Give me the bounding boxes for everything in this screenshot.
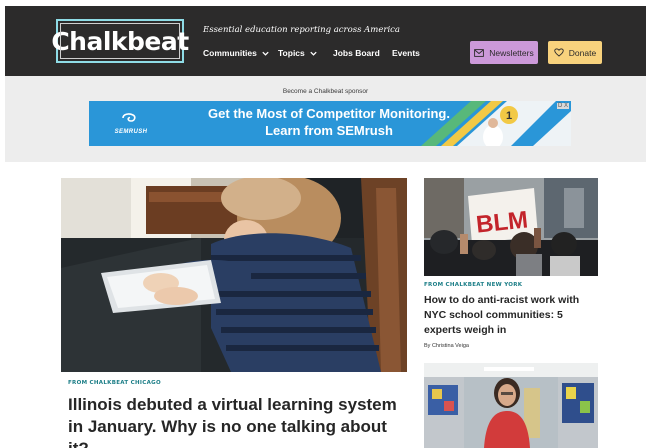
- svg-text:1: 1: [506, 110, 512, 122]
- side-story-image[interactable]: BLM: [424, 178, 598, 276]
- school-hallway-photo: [424, 363, 598, 448]
- envelope-icon: [474, 48, 485, 57]
- chevron-down-icon: [262, 51, 269, 56]
- site-tagline: Essential education reporting across Ame…: [203, 25, 400, 35]
- protest-photo: BLM: [424, 178, 598, 276]
- side-story-byline[interactable]: By Christina Veiga: [424, 343, 469, 349]
- heart-icon: [554, 48, 564, 57]
- semrush-logo: SEMRUSH: [111, 111, 151, 135]
- newsletters-button[interactable]: Newsletters: [470, 41, 538, 64]
- side-story-headline[interactable]: How to do anti-racist work with NYC scho…: [424, 293, 602, 338]
- main-story-kicker[interactable]: FROM CHALKBEAT CHICAGO: [68, 380, 161, 386]
- ad-line-2: Learn from SEMrush: [265, 122, 393, 138]
- semrush-fire-icon: [122, 113, 136, 122]
- donate-button[interactable]: Donate: [548, 41, 602, 64]
- child-with-tablet-photo: [61, 178, 407, 372]
- site-header: Chalkbeat Essential education reporting …: [5, 6, 646, 76]
- ad-line-1: Get the Most of Competitor Monitoring.: [208, 106, 450, 121]
- nav-events[interactable]: Events: [392, 48, 420, 58]
- advertisement-banner[interactable]: 1 SEMRUSH Get the Most of Competitor Mon…: [89, 101, 571, 146]
- chevron-down-icon: [310, 51, 317, 56]
- page: Chalkbeat Essential education reporting …: [0, 0, 647, 448]
- logo-text: Chalkbeat: [51, 26, 189, 56]
- donate-label: Donate: [568, 47, 597, 58]
- nav-topics-label: Topics: [278, 48, 305, 58]
- nav-events-label: Events: [392, 48, 420, 58]
- nav-communities-label: Communities: [203, 48, 257, 58]
- ad-headline: Get the Most of Competitor Monitoring. L…: [184, 106, 474, 139]
- side-story-2-image[interactable]: [424, 363, 598, 448]
- main-story-image[interactable]: [61, 178, 407, 372]
- site-logo[interactable]: Chalkbeat: [51, 19, 189, 63]
- sponsor-link[interactable]: Become a Chalkbeat sponsor: [5, 88, 646, 95]
- nav-jobs-board-label: Jobs Board: [333, 48, 380, 58]
- ad-close-button[interactable]: D X: [556, 103, 569, 109]
- nav-topics[interactable]: Topics: [278, 48, 318, 58]
- semrush-brand: SEMRUSH: [114, 129, 148, 135]
- newsletters-label: Newsletters: [489, 47, 534, 58]
- side-story-kicker[interactable]: FROM CHALKBEAT NEW YORK: [424, 282, 522, 288]
- sponsor-band: Become a Chalkbeat sponsor 1 SEMRUSH Get…: [5, 76, 646, 162]
- nav-jobs-board[interactable]: Jobs Board: [333, 48, 380, 58]
- nav-communities[interactable]: Communities: [203, 48, 270, 58]
- main-story-headline[interactable]: Illinois debuted a virtual learning syst…: [68, 394, 408, 448]
